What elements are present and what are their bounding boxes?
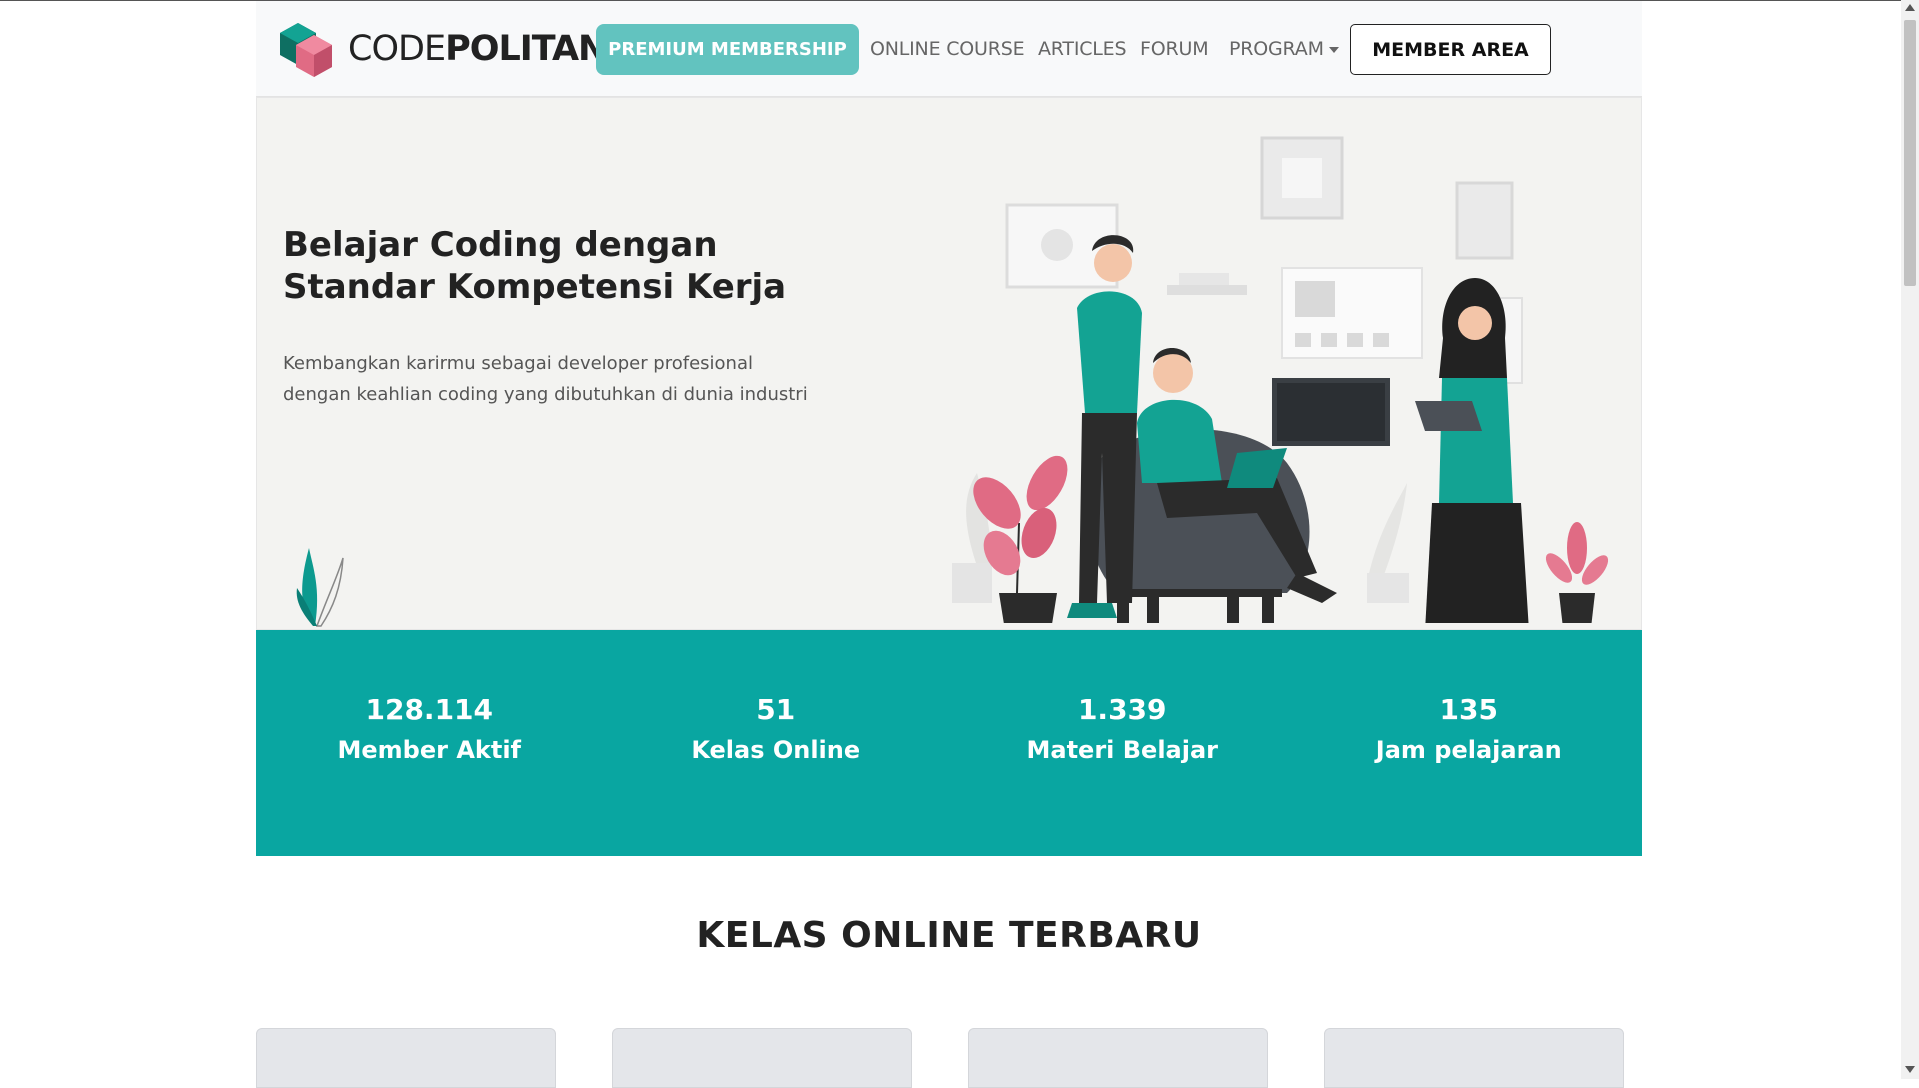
brand-name-light: CODE — [348, 29, 446, 69]
stat-jam-pelajaran: 135 Jam pelajaran — [1296, 630, 1643, 856]
course-card[interactable] — [968, 1028, 1268, 1088]
course-card[interactable] — [256, 1028, 556, 1088]
nav-online-course[interactable]: ONLINE COURSE — [870, 38, 1025, 60]
hero-subtitle-line2: dengan keahlian coding yang dibutuhkan d… — [283, 384, 808, 405]
nav-forum[interactable]: FORUM — [1140, 38, 1209, 60]
hero-title-line2: Standar Kompetensi Kerja — [283, 267, 787, 307]
stat-label: Jam pelajaran — [1375, 736, 1562, 764]
stat-label: Kelas Online — [691, 736, 861, 764]
codepolitan-logo-icon — [280, 23, 332, 77]
course-card[interactable] — [612, 1028, 912, 1088]
scrollbar-thumb[interactable] — [1904, 20, 1916, 286]
scroll-up-arrow-icon[interactable] — [1905, 4, 1915, 11]
brand-name: CODEPOLITAN — [348, 29, 607, 69]
member-area-button[interactable]: MEMBER AREA — [1350, 24, 1551, 75]
small-plant-illustration — [296, 548, 344, 627]
stat-member-aktif: 128.114 Member Aktif — [256, 630, 603, 856]
hero-title: Belajar Coding dengan Standar Kompetensi… — [283, 224, 843, 308]
hero-section: Belajar Coding dengan Standar Kompetensi… — [256, 97, 1642, 630]
hero-title-line1: Belajar Coding dengan — [283, 225, 718, 265]
nav-program-dropdown[interactable]: PROGRAM — [1229, 38, 1339, 60]
course-card[interactable] — [1324, 1028, 1624, 1088]
dropdown-caret-icon — [1328, 46, 1339, 53]
brand-name-bold: POLITAN — [445, 29, 607, 69]
nav-program-label: PROGRAM — [1229, 38, 1324, 60]
premium-membership-button[interactable]: PREMIUM MEMBERSHIP — [596, 24, 859, 75]
stat-label: Materi Belajar — [1026, 736, 1219, 764]
stat-value: 128.114 — [365, 693, 494, 726]
brand-logo[interactable]: CODEPOLITAN — [276, 17, 607, 81]
section-title: KELAS ONLINE TERBARU — [696, 915, 1202, 956]
hero-subtitle-line1: Kembangkan karirmu sebagai developer pro… — [283, 353, 753, 374]
stat-value: 51 — [756, 693, 796, 726]
nav-articles[interactable]: ARTICLES — [1038, 38, 1127, 60]
stat-materi-belajar: 1.339 Materi Belajar — [949, 630, 1296, 856]
navbar: CODEPOLITAN PREMIUM MEMBERSHIP ONLINE CO… — [256, 1, 1642, 97]
page-scrollbar[interactable] — [1901, 0, 1919, 1079]
scroll-down-arrow-icon[interactable] — [1905, 1066, 1915, 1073]
course-card-list — [256, 1028, 1642, 1088]
stat-value: 135 — [1439, 693, 1498, 726]
stats-section: 128.114 Member Aktif 51 Kelas Online 1.3… — [256, 630, 1642, 856]
hero-subtitle: Kembangkan karirmu sebagai developer pro… — [283, 348, 843, 410]
hero-illustration — [952, 136, 1609, 623]
stat-label: Member Aktif — [337, 736, 522, 764]
stat-value: 1.339 — [1077, 693, 1167, 726]
stat-kelas-online: 51 Kelas Online — [603, 630, 950, 856]
